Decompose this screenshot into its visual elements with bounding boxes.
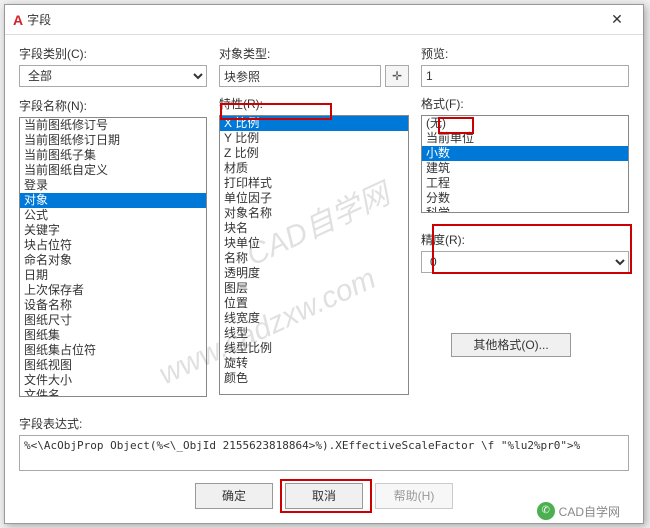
list-item[interactable]: 图层: [220, 281, 408, 296]
list-item[interactable]: 线型比例: [220, 341, 408, 356]
list-item[interactable]: 位置: [220, 296, 408, 311]
objtype-input[interactable]: [219, 65, 381, 87]
list-item[interactable]: 对象: [20, 193, 206, 208]
list-item[interactable]: 块名: [220, 221, 408, 236]
list-item[interactable]: 关键字: [20, 223, 206, 238]
list-item[interactable]: Z 比例: [220, 146, 408, 161]
list-item[interactable]: 块占位符: [20, 238, 206, 253]
list-item[interactable]: 线宽度: [220, 311, 408, 326]
list-item[interactable]: 名称: [220, 251, 408, 266]
list-item[interactable]: 旋转: [220, 356, 408, 371]
list-item[interactable]: 块单位: [220, 236, 408, 251]
list-item[interactable]: (无): [422, 116, 628, 131]
fieldnames-listbox[interactable]: 当前图纸修订号当前图纸修订日期当前图纸子集当前图纸自定义登录对象公式关键字块占位…: [19, 117, 207, 397]
cancel-button[interactable]: 取消: [285, 483, 363, 509]
list-item[interactable]: 当前图纸修订号: [20, 118, 206, 133]
precision-label: 精度(R):: [421, 231, 629, 248]
list-item[interactable]: 当前单位: [422, 131, 628, 146]
properties-listbox[interactable]: X 比例Y 比例Z 比例材质打印样式单位因子对象名称块名块单位名称透明度图层位置…: [219, 115, 409, 395]
list-item[interactable]: 上次保存者: [20, 283, 206, 298]
list-item[interactable]: 对象名称: [220, 206, 408, 221]
list-item[interactable]: Y 比例: [220, 131, 408, 146]
field-dialog: A 字段 ✕ 字段类别(C): 全部 字段名称(N): 当前图纸修订号当前图纸修…: [4, 4, 644, 524]
list-item[interactable]: 单位因子: [220, 191, 408, 206]
preview-input[interactable]: [421, 65, 629, 87]
list-item[interactable]: 当前图纸修订日期: [20, 133, 206, 148]
crosshair-icon: ✛: [392, 69, 402, 83]
list-item[interactable]: 登录: [20, 178, 206, 193]
list-item[interactable]: 日期: [20, 268, 206, 283]
list-item[interactable]: 分数: [422, 191, 628, 206]
list-item[interactable]: 文件名: [20, 388, 206, 397]
precision-select[interactable]: 0: [421, 251, 629, 273]
fieldname-label: 字段名称(N):: [19, 97, 207, 114]
expression-textbox[interactable]: %<\AcObjProp Object(%<\_ObjId 2155623818…: [19, 435, 629, 471]
list-item[interactable]: 设备名称: [20, 298, 206, 313]
help-button[interactable]: 帮助(H): [375, 483, 453, 509]
list-item[interactable]: 建筑: [422, 161, 628, 176]
list-item[interactable]: 颜色: [220, 371, 408, 386]
preview-label: 预览:: [421, 45, 629, 62]
wechat-icon: ✆: [537, 502, 555, 520]
expression-label: 字段表达式:: [19, 415, 629, 432]
other-format-button[interactable]: 其他格式(O)...: [451, 333, 571, 357]
list-item[interactable]: 图纸集占位符: [20, 343, 206, 358]
list-item[interactable]: X 比例: [220, 116, 408, 131]
format-label: 格式(F):: [421, 95, 629, 112]
list-item[interactable]: 打印样式: [220, 176, 408, 191]
list-item[interactable]: 材质: [220, 161, 408, 176]
list-item[interactable]: 线型: [220, 326, 408, 341]
close-icon[interactable]: ✕: [599, 6, 635, 34]
list-item[interactable]: 图纸集: [20, 328, 206, 343]
pick-object-button[interactable]: ✛: [385, 65, 409, 87]
app-logo: A: [13, 12, 23, 28]
formats-listbox[interactable]: (无)当前单位小数建筑工程分数科学: [421, 115, 629, 213]
list-item[interactable]: 公式: [20, 208, 206, 223]
list-item[interactable]: 当前图纸子集: [20, 148, 206, 163]
ok-button[interactable]: 确定: [195, 483, 273, 509]
dialog-content: 字段类别(C): 全部 字段名称(N): 当前图纸修订号当前图纸修订日期当前图纸…: [5, 35, 643, 407]
list-item[interactable]: 工程: [422, 176, 628, 191]
list-item[interactable]: 科学: [422, 206, 628, 213]
list-item[interactable]: 文件大小: [20, 373, 206, 388]
titlebar: A 字段 ✕: [5, 5, 643, 35]
list-item[interactable]: 图纸视图: [20, 358, 206, 373]
window-title: 字段: [27, 11, 599, 28]
footer-watermark: ✆ CAD自学网: [537, 502, 620, 520]
list-item[interactable]: 当前图纸自定义: [20, 163, 206, 178]
property-label: 特性(R):: [219, 95, 409, 112]
category-label: 字段类别(C):: [19, 45, 207, 62]
list-item[interactable]: 命名对象: [20, 253, 206, 268]
list-item[interactable]: 透明度: [220, 266, 408, 281]
objtype-label: 对象类型:: [219, 45, 381, 62]
category-select[interactable]: 全部: [19, 65, 207, 87]
list-item[interactable]: 图纸尺寸: [20, 313, 206, 328]
list-item[interactable]: 小数: [422, 146, 628, 161]
